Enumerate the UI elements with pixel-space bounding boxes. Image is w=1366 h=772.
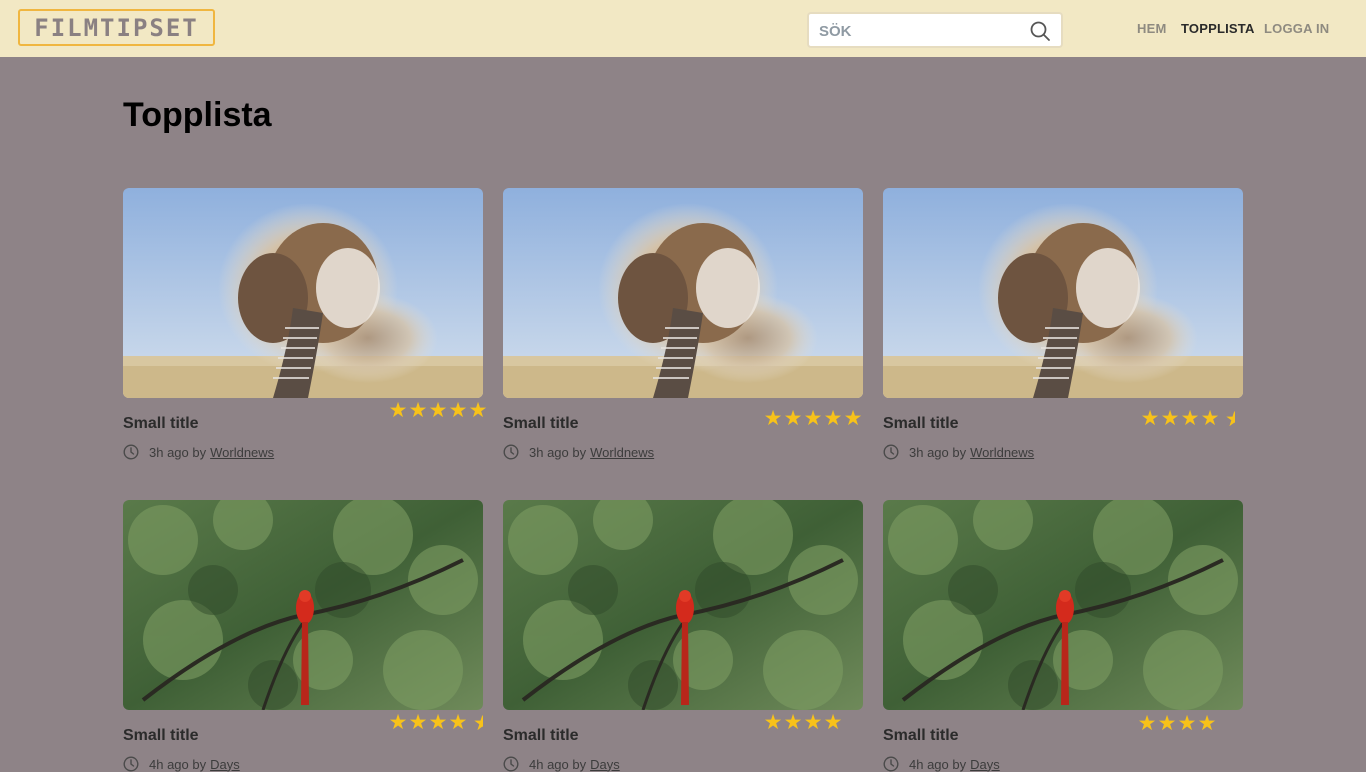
star-icon: ★: [803, 407, 823, 430]
movie-card[interactable]: Small title ★★★★ ★ 4h ago by Days: [123, 500, 483, 772]
card-meta: 4h ago by Days: [123, 756, 240, 772]
star-icon: ★: [803, 711, 823, 734]
movie-card[interactable]: Small title ★★★★★ 3h ago by Worldnews: [883, 188, 1243, 460]
site-logo[interactable]: FILMTIPSET: [18, 9, 215, 46]
card-time: 4h ago by: [149, 756, 207, 772]
star-icon: ★: [388, 399, 408, 422]
star-icon: ★: [448, 399, 468, 422]
rating-stars: ★★★★★: [388, 710, 488, 736]
star-icon: ★: [428, 711, 448, 734]
star-icon: ★: [843, 407, 863, 430]
author-link[interactable]: Days: [210, 757, 240, 772]
star-icon: ★: [783, 407, 803, 430]
star-icon: ★: [823, 407, 843, 430]
star-icon: ★: [1157, 712, 1177, 735]
movie-card[interactable]: Small title ★★★★★ 3h ago by Worldnews: [503, 188, 863, 460]
star-icon: ★: [823, 711, 843, 734]
star-icon: ★: [408, 711, 428, 734]
card-title[interactable]: Small title: [883, 727, 959, 745]
rating-stars: ★★★★: [763, 710, 843, 735]
half-star-icon: ★: [1225, 408, 1235, 431]
parrot-photo: [123, 500, 483, 710]
nav-login-link[interactable]: LOGGA IN: [1264, 21, 1329, 36]
star-icon: ★: [468, 399, 488, 422]
author-link[interactable]: Worldnews: [210, 445, 274, 460]
search-input[interactable]: [819, 20, 1019, 42]
clock-icon: [123, 444, 139, 460]
star-icon: ★: [428, 399, 448, 422]
parrot-photo: [503, 500, 863, 710]
rating-stars: ★★★★★: [763, 406, 863, 431]
card-meta: 3h ago by Worldnews: [503, 444, 654, 460]
card-meta: 4h ago by Days: [883, 756, 1000, 772]
author-link[interactable]: Worldnews: [590, 445, 654, 460]
star-icon: ★: [448, 711, 468, 734]
card-meta: 3h ago by Worldnews: [883, 444, 1034, 460]
card-meta: 4h ago by Days: [503, 756, 620, 772]
clock-icon: [503, 444, 519, 460]
star-icon: ★: [763, 711, 783, 734]
card-thumbnail[interactable]: [123, 500, 483, 710]
card-thumbnail[interactable]: [503, 500, 863, 710]
star-icon: ★: [1160, 407, 1180, 430]
star-icon: ★: [1197, 712, 1217, 735]
clock-icon: [883, 756, 899, 772]
author-link[interactable]: Days: [590, 757, 620, 772]
top-bar: FILMTIPSET HEM TOPPLISTA LOGGA IN: [0, 0, 1366, 57]
star-icon: ★: [1177, 712, 1197, 735]
card-thumbnail[interactable]: [883, 500, 1243, 710]
clock-icon: [123, 756, 139, 772]
clock-icon: [503, 756, 519, 772]
rating-stars: ★★★★★: [388, 398, 488, 423]
page-title: Topplista: [123, 96, 272, 134]
card-time: 3h ago by: [149, 444, 207, 460]
movie-card[interactable]: Small title ★★★★ 4h ago by Days: [503, 500, 863, 772]
search-box[interactable]: [807, 12, 1063, 48]
star-icon: ★: [388, 711, 408, 734]
elephant-photo: [123, 188, 483, 398]
card-time: 3h ago by: [909, 444, 967, 460]
card-thumbnail[interactable]: [503, 188, 863, 398]
clock-icon: [883, 444, 899, 460]
author-link[interactable]: Days: [970, 757, 1000, 772]
nav-toplist-link[interactable]: TOPPLISTA: [1181, 21, 1255, 36]
movie-card[interactable]: Small title ★★★★ 4h ago by Days: [883, 500, 1243, 772]
star-icon: ★: [1180, 407, 1200, 430]
card-thumbnail[interactable]: [123, 188, 483, 398]
author-link[interactable]: Worldnews: [970, 445, 1034, 460]
card-thumbnail[interactable]: [883, 188, 1243, 398]
parrot-photo: [883, 500, 1243, 710]
elephant-photo: [503, 188, 863, 398]
card-title[interactable]: Small title: [123, 415, 199, 433]
card-title[interactable]: Small title: [123, 727, 199, 745]
star-icon: ★: [763, 407, 783, 430]
card-time: 3h ago by: [529, 444, 587, 460]
half-star-icon: ★: [473, 712, 483, 735]
star-icon: ★: [1137, 712, 1157, 735]
elephant-photo: [883, 188, 1243, 398]
card-meta: 3h ago by Worldnews: [123, 444, 274, 460]
rating-stars: ★★★★: [1137, 711, 1217, 736]
card-title[interactable]: Small title: [883, 415, 959, 433]
star-icon: ★: [408, 399, 428, 422]
card-time: 4h ago by: [909, 756, 967, 772]
star-icon: ★: [1200, 407, 1220, 430]
search-icon[interactable]: [1029, 20, 1051, 42]
movie-card[interactable]: Small title ★★★★★ 3h ago by Worldnews: [123, 188, 487, 460]
star-icon: ★: [783, 711, 803, 734]
nav-home-link[interactable]: HEM: [1137, 21, 1167, 36]
star-icon: ★: [1140, 407, 1160, 430]
card-title[interactable]: Small title: [503, 727, 579, 745]
rating-stars: ★★★★★: [1140, 406, 1240, 432]
card-time: 4h ago by: [529, 756, 587, 772]
card-title[interactable]: Small title: [503, 415, 579, 433]
